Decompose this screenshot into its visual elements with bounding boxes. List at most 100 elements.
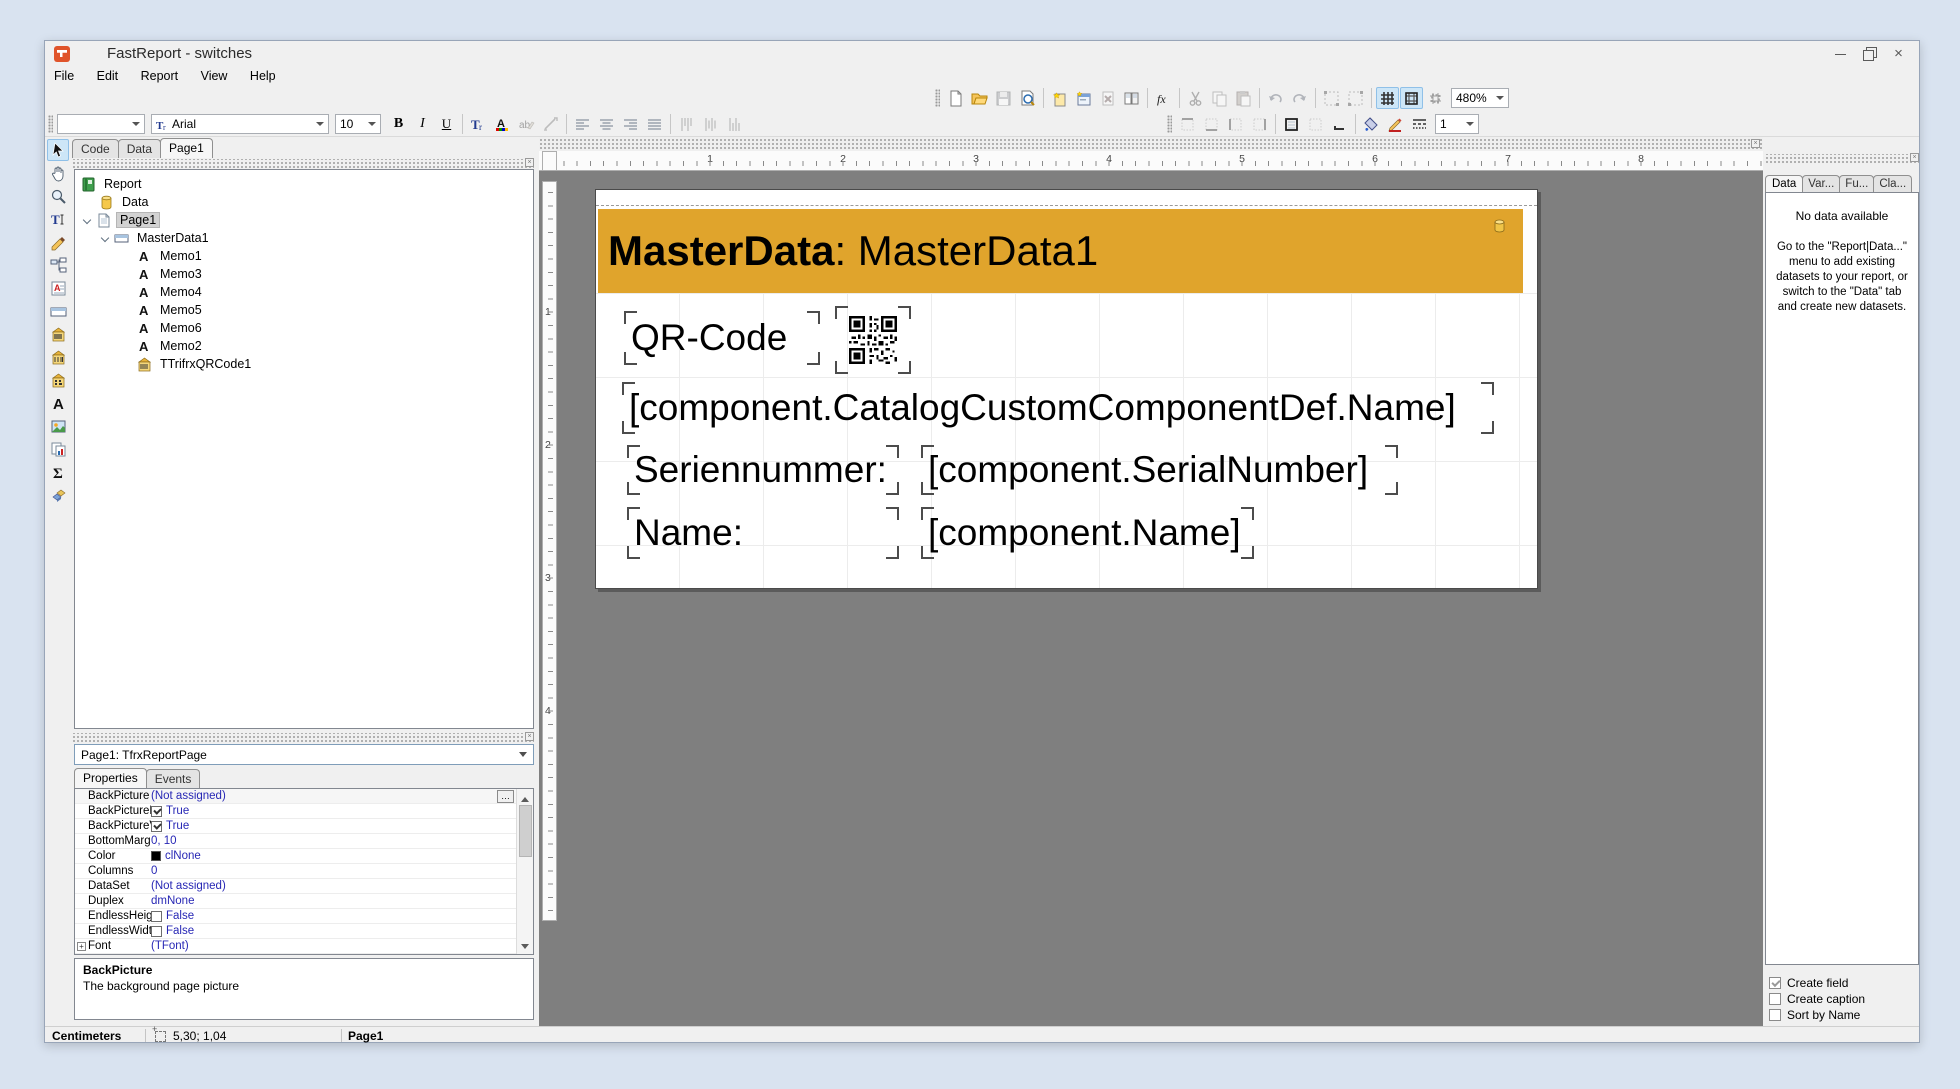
close-button[interactable]: × (1892, 47, 1905, 60)
panel-close-icon[interactable]: × (525, 732, 534, 741)
tab-code[interactable]: Code (72, 139, 119, 158)
memo-component-name[interactable]: [component.Name] (921, 507, 1254, 559)
tree-panel-grip[interactable]: × (72, 159, 534, 168)
toolbar-grip[interactable] (48, 115, 53, 133)
tab-variables[interactable]: Var... (1802, 175, 1840, 192)
expand-icon[interactable]: + (77, 942, 86, 951)
panel-close-icon[interactable]: × (525, 158, 534, 167)
style-combobox[interactable] (57, 114, 145, 134)
undo-button[interactable] (1264, 87, 1287, 109)
bold-button[interactable]: B (387, 113, 410, 135)
checkbox-checked-icon[interactable] (151, 806, 162, 817)
sum-tool-icon[interactable]: Σ (47, 461, 69, 483)
select-tool-icon[interactable] (47, 139, 69, 161)
line-width-combobox[interactable]: 1 (1435, 114, 1479, 134)
save-report-button[interactable] (992, 87, 1015, 109)
create-caption-option[interactable]: Create caption (1769, 991, 1919, 1007)
design-grip[interactable]: × (539, 137, 1763, 151)
collapse-icon[interactable] (101, 234, 110, 243)
border-right-button[interactable] (1248, 113, 1271, 135)
border-left-button[interactable] (1224, 113, 1247, 135)
tree-item-memo2[interactable]: A Memo2 (75, 337, 533, 355)
memo-name-label[interactable]: Name: (627, 507, 899, 559)
align-middle-button[interactable] (699, 113, 722, 135)
checkbox-unchecked-icon[interactable] (151, 911, 162, 922)
group-button[interactable] (1320, 87, 1343, 109)
scroll-up-icon[interactable] (519, 791, 531, 803)
restore-button[interactable] (1863, 47, 1876, 60)
hand-tool-icon[interactable] (47, 162, 69, 184)
report-page[interactable]: MasterData: MasterData1 QR-Code (595, 189, 1538, 589)
tree-item-memo4[interactable]: A Memo4 (75, 283, 533, 301)
property-grid-scrollbar[interactable] (516, 789, 533, 954)
font-color-button[interactable]: A (491, 113, 514, 135)
redo-button[interactable] (1288, 87, 1311, 109)
fit-to-grid-button[interactable] (1424, 87, 1447, 109)
checkbox-unchecked-icon[interactable] (1769, 1009, 1781, 1021)
open-report-button[interactable] (968, 87, 991, 109)
menu-view[interactable]: View (192, 67, 237, 85)
tree-item-data[interactable]: Data (75, 193, 533, 211)
new-report-button[interactable] (944, 87, 967, 109)
menu-report[interactable]: Report (132, 67, 188, 85)
zoom-tool-icon[interactable] (47, 185, 69, 207)
property-row[interactable]: Duplex dmNone (75, 894, 533, 909)
property-row[interactable]: + Font (TFont) (75, 939, 533, 954)
format-painter-tool-icon[interactable] (47, 231, 69, 253)
border-none-button[interactable] (1304, 113, 1327, 135)
italic-button[interactable]: I (411, 113, 434, 135)
border-edit-button[interactable] (1328, 113, 1351, 135)
delete-page-button[interactable] (1096, 87, 1119, 109)
subreport-tool-icon[interactable] (47, 438, 69, 460)
align-left-button[interactable] (571, 113, 594, 135)
variables-button[interactable]: fx (1152, 87, 1175, 109)
tab-data[interactable]: Data (118, 139, 161, 158)
tree-item-report[interactable]: Report (75, 175, 533, 193)
tree-item-page1[interactable]: Page1 (75, 211, 533, 229)
property-row[interactable]: BottomMargir 0, 10 (75, 834, 533, 849)
font-settings-button[interactable]: Tr (467, 113, 490, 135)
tab-properties[interactable]: Properties (74, 768, 147, 788)
property-row[interactable]: DataSet (Not assigned) (75, 879, 533, 894)
property-row[interactable]: Columns 0 (75, 864, 533, 879)
ungroup-button[interactable] (1344, 87, 1367, 109)
new-page-button[interactable] (1048, 87, 1071, 109)
menu-edit[interactable]: Edit (88, 67, 128, 85)
scroll-thumb[interactable] (519, 805, 532, 857)
toolbar-grip[interactable] (935, 89, 940, 107)
tree-item-qrcode[interactable]: TTrifrxQRCode1 (75, 355, 533, 373)
menu-file[interactable]: File (45, 67, 83, 85)
sort-by-name-option[interactable]: Sort by Name (1769, 1007, 1919, 1023)
tree-item-memo6[interactable]: A Memo6 (75, 319, 533, 337)
text-rotation-button[interactable] (539, 113, 562, 135)
property-row[interactable]: Color clNone (75, 849, 533, 864)
align-center-button[interactable] (595, 113, 618, 135)
tree-item-memo3[interactable]: A Memo3 (75, 265, 533, 283)
qrcode-object[interactable] (835, 306, 911, 374)
scroll-down-icon[interactable] (519, 940, 531, 952)
property-row[interactable]: BackPicture (Not assigned) … (75, 789, 533, 804)
panel-close-icon[interactable]: × (1910, 153, 1919, 162)
text-edit-tool-icon[interactable]: T (47, 208, 69, 230)
copy-button[interactable] (1208, 87, 1231, 109)
memo-serial-label[interactable]: Seriennummer: (627, 445, 899, 495)
band-structure-tool-icon[interactable] (47, 254, 69, 276)
font-name-combobox[interactable]: Tr Arial (151, 114, 329, 134)
menu-help[interactable]: Help (241, 67, 285, 85)
memo-object-tool-icon[interactable]: A (47, 277, 69, 299)
ole-tool-icon[interactable] (47, 484, 69, 506)
ellipsis-button[interactable]: … (497, 790, 514, 803)
align-to-grid-button[interactable] (1400, 87, 1423, 109)
align-bottom-button[interactable] (723, 113, 746, 135)
memo-serial-number[interactable]: [component.SerialNumber] (921, 445, 1398, 495)
picture-tool-icon[interactable] (47, 415, 69, 437)
align-right-button[interactable] (619, 113, 642, 135)
object-selector-combobox[interactable]: Page1: TfrxReportPage (74, 744, 534, 765)
memo-catalog-name[interactable]: [component.CatalogCustomComponentDef.Nam… (622, 382, 1494, 434)
data-panel-grip[interactable]: × (1765, 154, 1919, 163)
masterdata-band[interactable]: MasterData: MasterData1 (598, 209, 1523, 293)
memo-qr-label[interactable]: QR-Code (624, 311, 820, 365)
show-grid-button[interactable] (1376, 87, 1399, 109)
checkbox-unchecked-icon[interactable] (151, 926, 162, 937)
barcode-tool-icon[interactable] (47, 323, 69, 345)
